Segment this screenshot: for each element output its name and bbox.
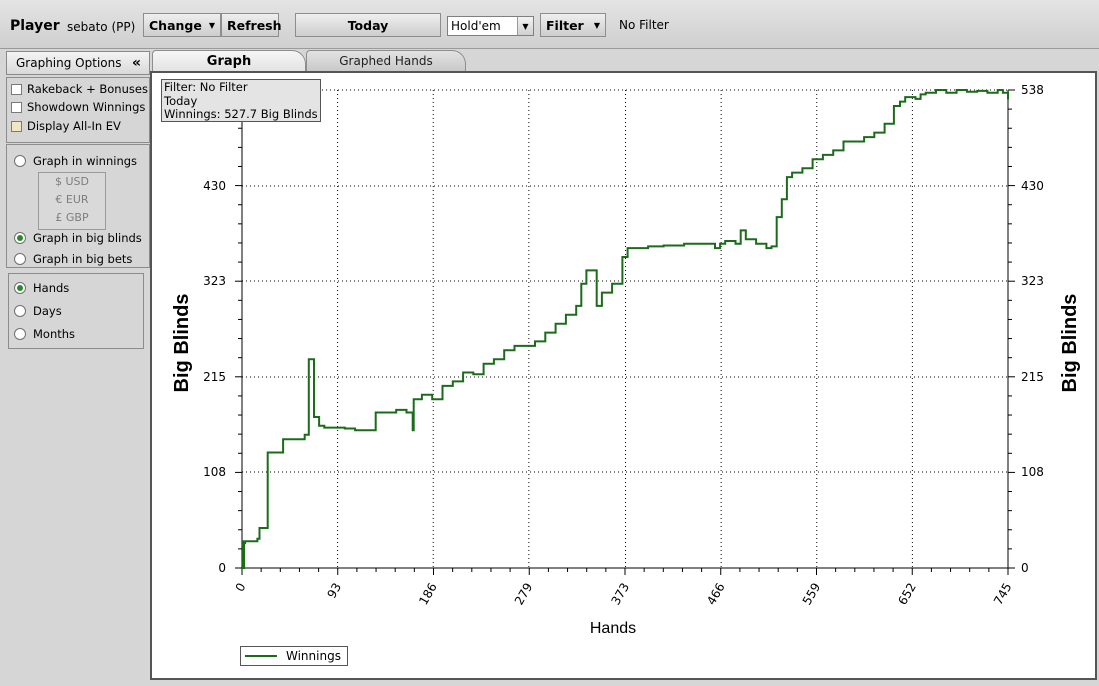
y-tick-label-left: 108: [203, 465, 226, 479]
radio-label: Months: [33, 327, 76, 341]
tab-graph[interactable]: Graph: [152, 50, 306, 71]
radio-label: Days: [33, 304, 62, 318]
legend-swatch: [245, 655, 277, 657]
radio-label: Hands: [33, 281, 70, 295]
graphing-options-panel: Graphing Options « Rakeback + Bonuses Sh…: [4, 50, 150, 682]
y-tick-label-left: 430: [203, 179, 226, 193]
top-toolbar: Player sebato (PP) Change ▼ Refresh Toda…: [0, 0, 1099, 49]
tab-strip: Graphed Hands Graph: [150, 49, 1099, 71]
checkbox-label: Rakeback + Bonuses: [27, 82, 148, 96]
chevron-down-icon: ▼: [208, 20, 215, 30]
chevron-down-icon: ▼: [593, 20, 600, 30]
period-months-radio[interactable]: Months: [14, 327, 75, 341]
checkbox-box[interactable]: [11, 83, 22, 95]
x-tick-label: 186: [416, 581, 440, 608]
x-axis-title: Hands: [590, 620, 636, 637]
info-period: Today: [164, 93, 198, 108]
currency-eur: € EUR: [55, 193, 89, 206]
game-type-select[interactable]: Hold'em ▼: [447, 16, 534, 36]
y-axis-title-left: Big Blinds: [171, 294, 193, 393]
period-hands-radio[interactable]: Hands: [14, 281, 69, 295]
graph-units-group: Graph in winnings $ USD € EUR £ GBP Grap…: [6, 144, 150, 268]
radio-label: Graph in big blinds: [33, 231, 142, 245]
checkbox-label: Showdown Winnings: [27, 100, 146, 114]
x-tick-label: 373: [609, 581, 633, 608]
player-label: Player: [10, 18, 60, 34]
y-tick-label-right: 538: [1021, 83, 1044, 97]
x-tick-label: 652: [895, 581, 919, 608]
refresh-button[interactable]: Refresh: [221, 13, 282, 37]
collapse-panel-icon[interactable]: «: [132, 55, 141, 71]
checkbox-box[interactable]: [11, 120, 22, 132]
currency-list: $ USD € EUR £ GBP: [38, 172, 106, 230]
filter-button[interactable]: Filter ▼: [540, 13, 606, 37]
currency-usd: $ USD: [55, 175, 89, 188]
checkbox-box[interactable]: [11, 101, 22, 113]
checkbox-label: Display All-In EV: [27, 119, 121, 133]
y-tick-label-left: 323: [203, 274, 226, 288]
y-axis-title-right: Big Blinds: [1059, 294, 1081, 393]
x-tick-label: 279: [512, 581, 536, 608]
radio-label: Graph in big bets: [33, 252, 133, 266]
today-button[interactable]: Today: [295, 13, 441, 37]
radio-button[interactable]: [14, 305, 26, 317]
graph-in-big-bets-radio[interactable]: Graph in big bets: [14, 252, 132, 266]
change-button-label: Change: [149, 17, 202, 33]
tab-graphed-hands[interactable]: Graphed Hands: [306, 50, 466, 71]
y-tick-label-left: 215: [203, 370, 226, 384]
graphing-options-header: Graphing Options «: [6, 51, 150, 75]
x-tick-label: 559: [800, 581, 824, 608]
radio-button[interactable]: [14, 328, 26, 340]
filter-status-text: No Filter: [619, 18, 669, 32]
chart-legend: Winnings: [240, 646, 348, 666]
series-line-winnings: [242, 89, 1009, 569]
y-tick-label-right: 323: [1021, 274, 1044, 288]
legend-label: Winnings: [286, 649, 341, 663]
showdown-winnings-checkbox[interactable]: Showdown Winnings: [11, 100, 145, 114]
y-tick-label-right: 0: [1021, 561, 1029, 575]
info-filter: Filter: No Filter: [164, 80, 248, 94]
graph-info-box: Filter: No Filter Today Winnings: 527.7 …: [161, 79, 321, 122]
radio-button[interactable]: [14, 253, 26, 265]
radio-label: Graph in winnings: [33, 154, 138, 168]
graphing-options-title: Graphing Options: [16, 56, 122, 70]
x-tick-label: 466: [704, 581, 728, 608]
display-all-in-ev-checkbox[interactable]: Display All-In EV: [11, 119, 121, 133]
x-tick-label: 93: [324, 581, 344, 601]
filter-button-label: Filter: [546, 17, 584, 33]
x-tick-label: 745: [991, 581, 1015, 608]
currency-gbp: £ GBP: [55, 211, 89, 224]
change-player-button[interactable]: Change ▼: [143, 13, 221, 37]
y-tick-label-left: 0: [218, 561, 226, 575]
x-tick-label: 0: [233, 581, 249, 595]
graph-panel: 0010810821521532332343043053853809318627…: [150, 71, 1097, 680]
radio-button[interactable]: [14, 282, 26, 294]
info-winnings: Winnings: 527.7 Big Blinds: [164, 107, 318, 121]
winnings-chart: 0010810821521532332343043053853809318627…: [171, 83, 1081, 637]
y-tick-label-right: 215: [1021, 370, 1044, 384]
y-tick-label-right: 108: [1021, 465, 1044, 479]
player-name: sebato (PP): [67, 20, 136, 34]
radio-button[interactable]: [14, 155, 26, 167]
graph-in-big-blinds-radio[interactable]: Graph in big blinds: [14, 231, 142, 245]
graph-in-winnings-radio[interactable]: Graph in winnings: [14, 154, 137, 168]
game-type-value: Hold'em: [451, 19, 501, 33]
rakeback-bonuses-checkbox[interactable]: Rakeback + Bonuses: [11, 82, 148, 96]
period-days-radio[interactable]: Days: [14, 304, 62, 318]
display-options-group: Rakeback + Bonuses Showdown Winnings Dis…: [6, 77, 150, 143]
chevron-down-icon[interactable]: ▼: [517, 17, 533, 35]
radio-button[interactable]: [14, 232, 26, 244]
y-tick-label-right: 430: [1021, 179, 1044, 193]
period-options-group: Hands Days Months: [8, 273, 144, 349]
